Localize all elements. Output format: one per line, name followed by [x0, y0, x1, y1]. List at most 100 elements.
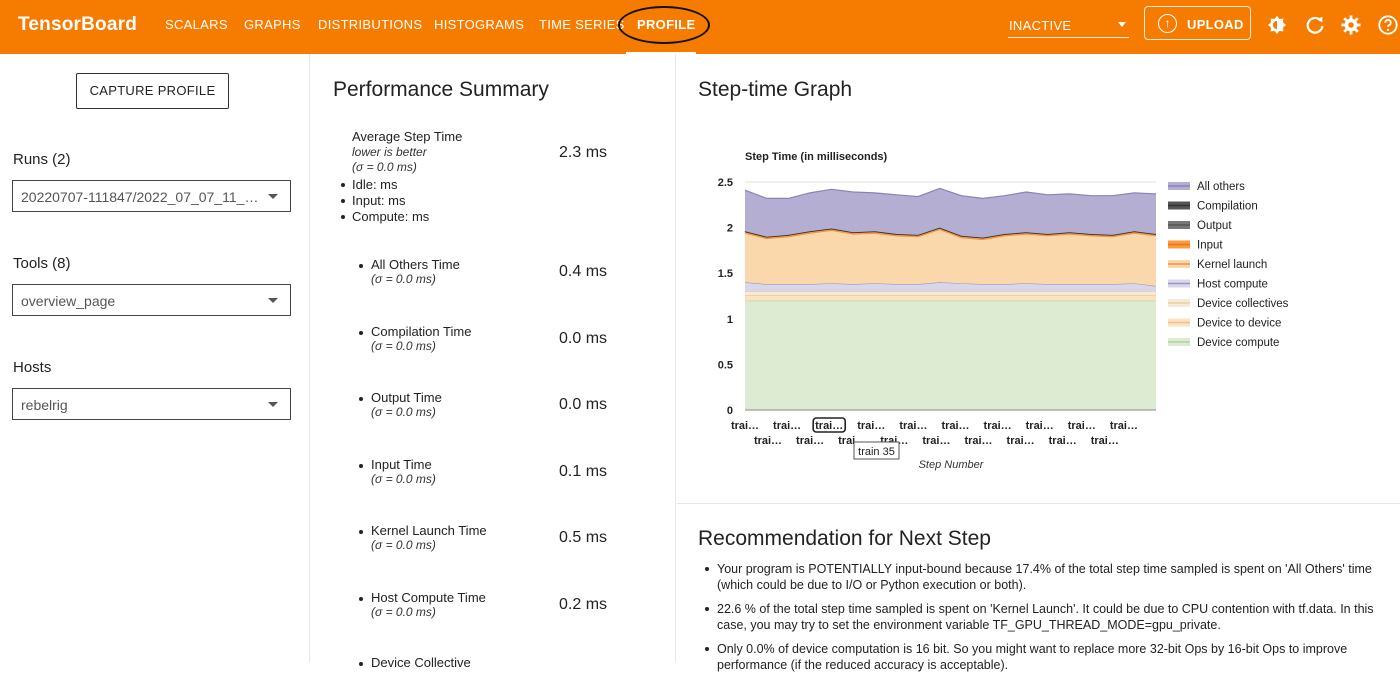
metric-sigma: (σ = 0.0 ms): [371, 472, 436, 486]
metric-name: Output Time: [371, 390, 442, 405]
compute-detail: Compute: ms: [352, 209, 430, 224]
legend-label: Host compute: [1197, 279, 1268, 291]
profile-sidebar: CAPTURE PROFILE Runs (2) 20220707-111847…: [0, 54, 310, 662]
metric-name: All Others Time: [371, 257, 460, 272]
legend-item[interactable]: Input: [1168, 240, 1223, 252]
list-bullet: [341, 183, 345, 187]
area-device-to-device: [745, 295, 1156, 301]
settings-icon[interactable]: [1340, 14, 1362, 36]
metric-name: Input Time: [371, 457, 432, 472]
list-bullet: [341, 215, 345, 219]
upload-button[interactable]: ↑ UPLOAD: [1144, 6, 1251, 40]
upload-icon: ↑: [1158, 14, 1177, 33]
legend-item[interactable]: All others: [1168, 181, 1245, 193]
x-tick-label: trai…: [731, 420, 759, 432]
legend-item[interactable]: Device collectives: [1168, 298, 1289, 310]
legend-item[interactable]: Device to device: [1168, 318, 1281, 330]
upload-button-label: UPLOAD: [1187, 17, 1244, 32]
runs-label: Runs (2): [13, 151, 71, 168]
list-bullet: [705, 647, 709, 651]
legend-label: Device to device: [1197, 318, 1281, 330]
list-bullet: [359, 662, 363, 666]
tab-histograms[interactable]: HISTOGRAMS: [434, 17, 524, 32]
chevron-down-icon: [1118, 22, 1126, 27]
area-device-compute: [745, 300, 1156, 410]
theme-toggle-icon[interactable]: [1266, 14, 1288, 36]
recommendation-item: Your program is POTENTIALLY input-bound …: [717, 562, 1372, 592]
x-axis-label: Step Number: [919, 459, 985, 471]
y-tick-label: 0: [727, 405, 733, 417]
legend-label: All others: [1197, 181, 1245, 193]
legend-label: Output: [1197, 220, 1232, 232]
tools-label: Tools (8): [13, 255, 71, 272]
list-bullet: [341, 199, 345, 203]
recommendation-item: Only 0.0% of device computation is 16 bi…: [717, 642, 1348, 672]
area-kernel-launch: [745, 229, 1156, 286]
x-tick-label: trai…: [796, 435, 824, 447]
refresh-icon[interactable]: [1304, 14, 1326, 36]
tab-graphs[interactable]: GRAPHS: [244, 17, 301, 32]
x-tick-label: trai…: [1091, 435, 1119, 447]
hosts-select[interactable]: rebelrig: [12, 388, 291, 420]
idle-detail: Idle: ms: [352, 177, 398, 192]
metric-name: Host Compute Time: [371, 590, 486, 605]
status-dropdown[interactable]: INACTIVE: [1008, 10, 1129, 38]
hover-tooltip: train 35: [853, 441, 900, 460]
x-tick-label: trai…: [754, 435, 782, 447]
metric-sigma: (σ = 0.0 ms): [371, 272, 436, 286]
input-detail: Input: ms: [352, 193, 406, 208]
list-bullet: [359, 464, 363, 468]
x-tick-label: trai…: [1110, 420, 1138, 432]
tools-select[interactable]: overview_page: [12, 284, 291, 316]
x-tick-label: trai…: [815, 420, 843, 432]
list-bullet: [705, 567, 709, 571]
capture-profile-button[interactable]: CAPTURE PROFILE: [76, 73, 229, 109]
metric-value: 0.2 ms: [559, 596, 608, 613]
y-tick-label: 1.5: [718, 268, 733, 280]
avg-step-time-hint: lower is better: [352, 145, 427, 159]
avg-step-time-sigma: (σ = 0.0 ms): [352, 160, 417, 174]
metric-name: Kernel Launch Time: [371, 523, 487, 538]
metric-value: 0.5 ms: [559, 529, 608, 546]
list-bullet: [359, 264, 363, 268]
avg-step-time-value: 2.3 ms: [559, 144, 608, 161]
runs-select[interactable]: 20220707-111847/2022_07_07_11_18_48: [12, 180, 291, 212]
list-bullet: [705, 607, 709, 611]
list-bullet: [359, 397, 363, 401]
x-tick-label: trai…: [941, 420, 969, 432]
chart-title: Step Time (in milliseconds): [745, 151, 888, 163]
y-tick-label: 1: [727, 314, 733, 326]
status-dropdown-value: INACTIVE: [1009, 18, 1072, 33]
tab-time-series[interactable]: TIME SERIES: [539, 17, 625, 32]
metric-name: Device Collective: [371, 655, 471, 670]
metric-sigma: (σ = 0.0 ms): [371, 339, 436, 353]
performance-summary-panel: Performance Summary Average Step Time lo…: [311, 54, 676, 670]
chevron-down-icon: [268, 402, 278, 407]
legend-item[interactable]: Kernel launch: [1168, 259, 1267, 271]
step-time-chart: Step Time (in milliseconds) 0 0.5 1 1.5 2 2.5…: [718, 151, 1289, 471]
x-tick-label: trai…: [922, 435, 950, 447]
x-tick-label: trai…: [1068, 420, 1096, 432]
tab-scalars[interactable]: SCALARS: [165, 17, 228, 32]
step-time-graph-panel: Step-time Graph Step Time (in millisecon…: [677, 54, 1400, 504]
metric-sigma: (σ = 0.0 ms): [371, 538, 436, 552]
list-bullet: [359, 530, 363, 534]
highlight-ellipse-annotation: [618, 6, 710, 44]
legend-item[interactable]: Device compute: [1168, 337, 1279, 349]
x-tick-label: trai…: [964, 435, 992, 447]
x-tick-label: trai…: [1049, 435, 1077, 447]
y-tick-label: 2: [727, 223, 733, 235]
legend-item[interactable]: Host compute: [1168, 279, 1268, 291]
performance-summary-title: Performance Summary: [333, 78, 549, 101]
hosts-label: Hosts: [13, 359, 52, 376]
metric-value: 0.0 ms: [559, 330, 608, 347]
tab-distributions[interactable]: DISTRIBUTIONS: [318, 17, 422, 32]
y-tick-label: 2.5: [718, 177, 733, 189]
metric-value: 0.0 ms: [559, 396, 608, 413]
x-tick-label: trai…: [1026, 420, 1054, 432]
help-icon[interactable]: [1377, 14, 1399, 36]
x-tick-label: trai…: [984, 420, 1012, 432]
legend-item[interactable]: Compilation: [1168, 201, 1258, 213]
legend-label: Device compute: [1197, 337, 1279, 349]
legend-item[interactable]: Output: [1168, 220, 1232, 232]
